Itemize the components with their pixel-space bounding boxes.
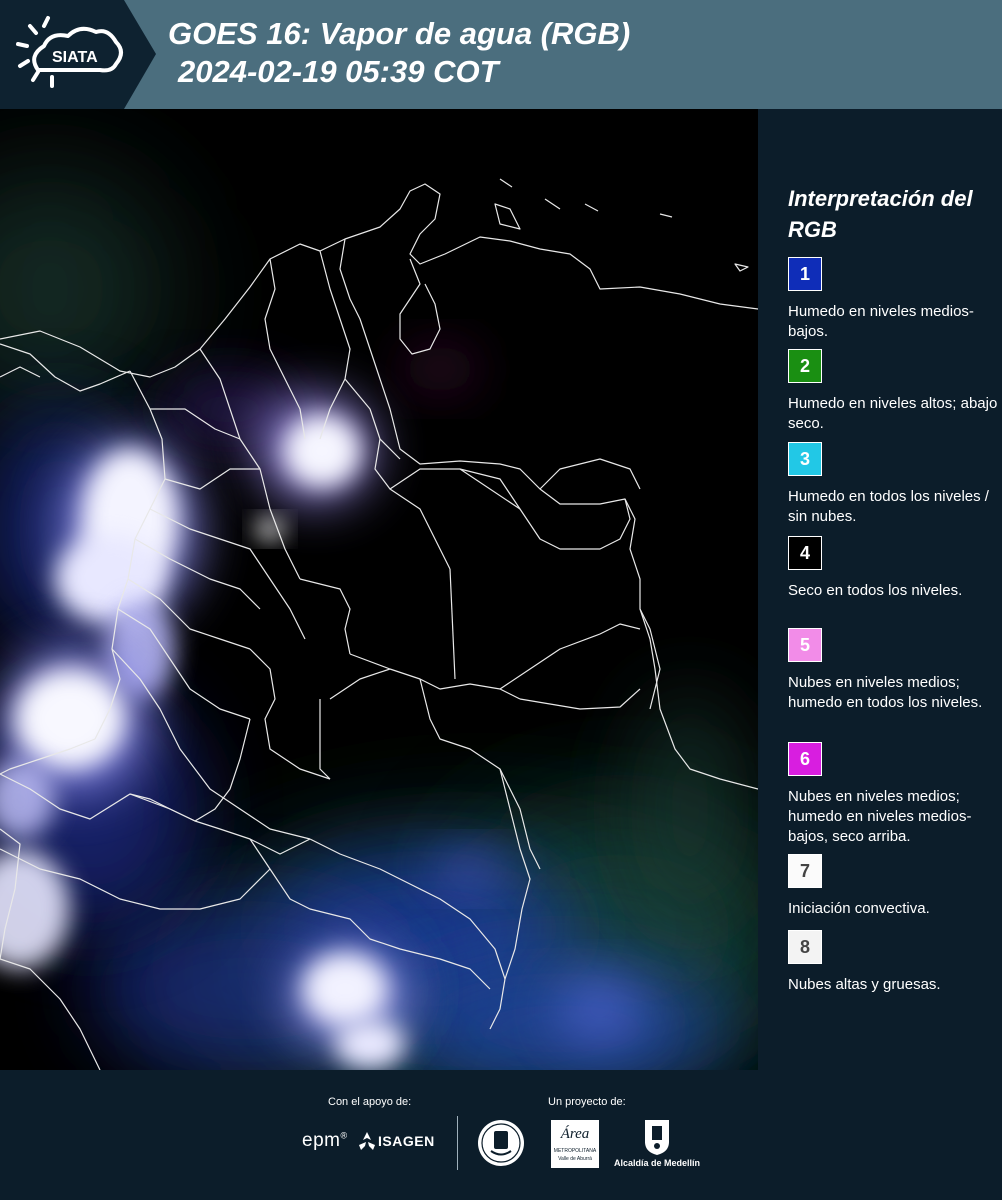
area-logo-subtitle-2: Valle de Aburrá [558,1156,592,1162]
alcaldia-logo-text: Alcaldía de Medellín [613,1158,701,1168]
project-label: Un proyecto de: [548,1096,626,1108]
university-seal-icon [478,1120,524,1166]
alcaldia-logo[interactable]: Alcaldía de Medellín [612,1118,702,1170]
legend-description: Seco en todos los niveles. [788,582,963,599]
header-bar: SIATA GOES 16: Vapor de agua (RGB) 2024-… [0,0,1002,109]
area-logo-subtitle: METROPOLITANA [553,1148,597,1154]
legend-item-7: 7 Iniciación convectiva. [788,854,998,919]
footer-bar: Con el apoyo de: Un proyecto de: epm® IS… [0,1070,1002,1200]
legend-item-6: 6 Nubes en niveles medios; humedo en nive… [788,742,998,847]
legend-swatch: 2 [788,349,822,383]
legend-swatch: 1 [788,257,822,291]
support-label: Con el apoyo de: [328,1096,412,1108]
legend-item-2: 2 Humedo en niveles altos; abajo seco. [788,349,998,434]
alcaldia-shield-icon [645,1120,669,1155]
footer-divider [457,1116,458,1170]
legend-swatch: 3 [788,442,822,476]
legend-description: Iniciación convectiva. [788,900,930,917]
page-title: GOES 16: Vapor de agua (RGB) [168,16,631,51]
satellite-image [0,109,758,1070]
legend-item-3: 3 Humedo en todos los niveles / sin nubes… [788,442,998,527]
siata-logo[interactable]: SIATA [0,0,160,109]
water-vapor-map [0,109,758,1070]
legend-description: Nubes en niveles medios; humedo en nivel… [788,788,972,845]
area-metropolitana-logo[interactable]: Área METROPOLITANA Valle de Aburrá [551,1120,599,1168]
epm-logo-text: epm [302,1130,341,1151]
legend-description: Nubes en niveles medios; humedo en todos… [788,674,983,711]
legend-description: Humedo en todos los niveles / sin nubes. [788,488,989,525]
legend-swatch: 7 [788,854,822,888]
legend-description: Humedo en niveles medios-bajos. [788,303,974,340]
university-seal[interactable] [476,1118,526,1168]
legend-swatch: 6 [788,742,822,776]
legend-item-1: 1 Humedo en niveles medios-bajos. [788,257,998,342]
legend-item-5: 5 Nubes en niveles medios; humedo en todo… [788,628,998,713]
legend-item-4: 4 Seco en todos los niveles. [788,536,998,601]
legend-title: Interpretación del RGB [788,186,973,242]
legend-description: Humedo en niveles altos; abajo seco. [788,395,998,432]
timestamp-subtitle: 2024-02-19 05:39 COT [178,54,499,89]
legend-panel: Interpretación del RGB 1 Humedo en nivele… [760,109,1002,1070]
isagen-logo[interactable]: ISAGEN [358,1131,442,1155]
legend-item-8: 8 Nubes altas y gruesas. [788,930,998,995]
isagen-mark-icon [359,1132,375,1150]
epm-logo[interactable]: epm® [302,1130,348,1152]
legend-swatch: 5 [788,628,822,662]
siata-logo-text: SIATA [52,49,98,66]
legend-swatch: 4 [788,536,822,570]
siata-logo-shape: SIATA [0,0,156,109]
legend-swatch: 8 [788,930,822,964]
isagen-logo-text: ISAGEN [378,1133,435,1149]
legend-description: Nubes altas y gruesas. [788,976,941,993]
area-logo-title: Área [560,1126,590,1142]
